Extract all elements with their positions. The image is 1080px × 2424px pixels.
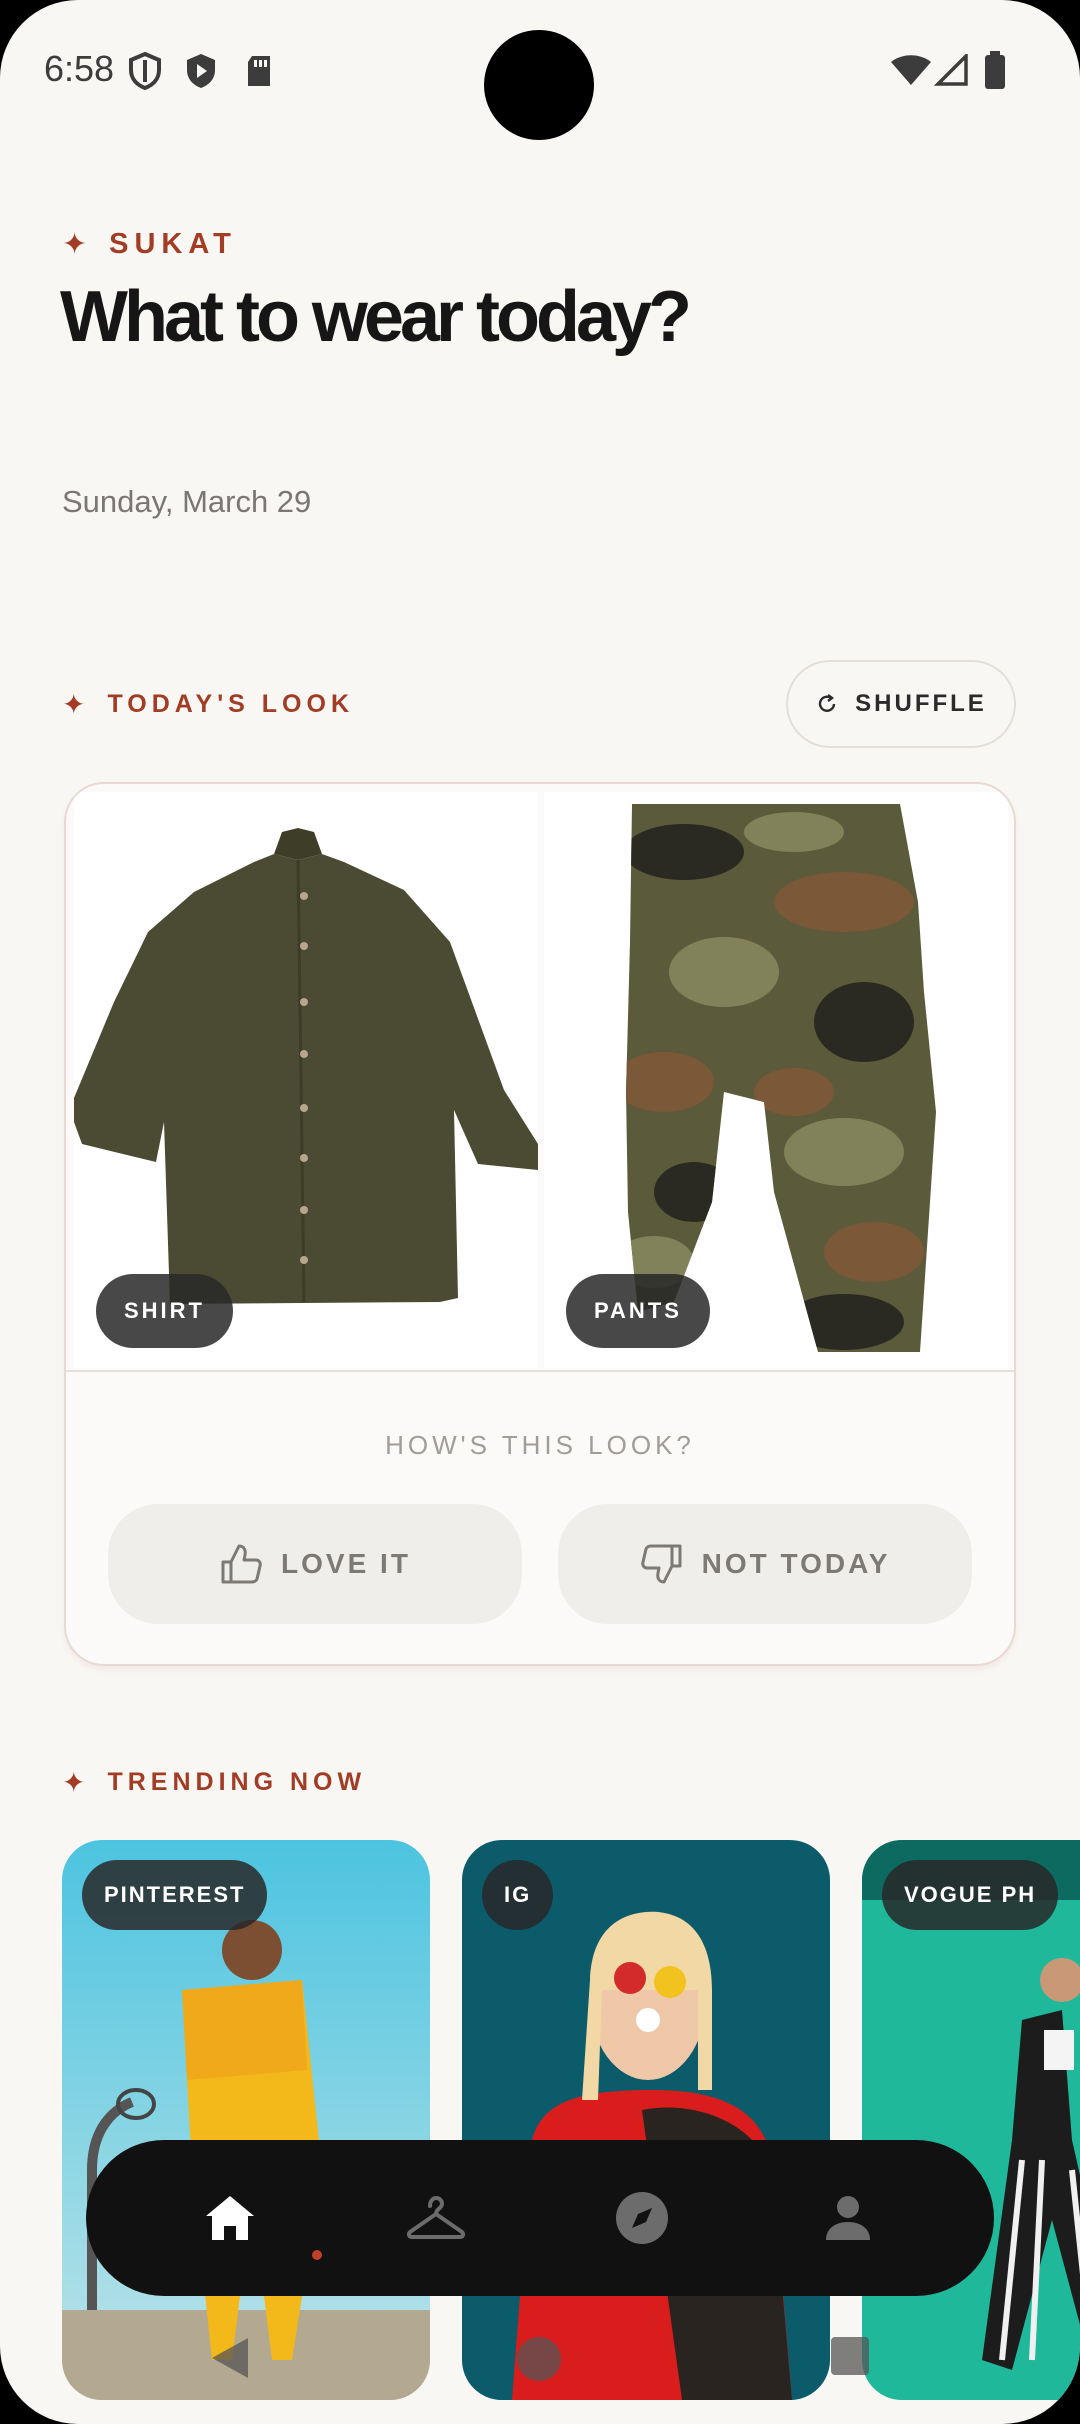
thumbs-up-icon	[221, 1544, 262, 1584]
bottom-nav	[86, 2140, 994, 2296]
status-time: 6:58	[44, 48, 115, 89]
sparkle-icon: ✦	[62, 1766, 86, 1799]
nav-profile[interactable]	[798, 2140, 898, 2296]
compass-icon	[616, 2192, 668, 2244]
status-bar: 6:58	[0, 0, 1080, 140]
page-title: What to wear today?	[60, 277, 692, 357]
sd-card-icon	[248, 56, 270, 86]
item-tag: SHIRT	[96, 1274, 233, 1348]
sparkle-icon: ✦	[62, 688, 86, 721]
trending-header: ✦ TRENDING NOW	[62, 1766, 366, 1799]
thumbs-down-icon	[640, 1544, 682, 1584]
source-tag: IG	[482, 1860, 554, 1930]
shuffle-label: SHUFFLE	[855, 690, 987, 717]
not-today-button[interactable]: NOT TODAY	[558, 1504, 972, 1624]
divider	[66, 1370, 1014, 1372]
look-question: HOW'S THIS LOOK?	[385, 1430, 695, 1460]
brand-name: SUKAT	[109, 228, 237, 260]
back-icon[interactable]	[208, 2336, 252, 2380]
source-tag: VOGUE PH	[882, 1860, 1059, 1930]
profile-icon	[826, 2196, 870, 2240]
todays-look-card: SHIRT PANTS HOW'S THIS LOOK? LOVE IT NOT…	[64, 782, 1016, 1666]
shield-icon	[129, 52, 161, 90]
play-protect-icon	[187, 54, 215, 88]
section-label: TRENDING NOW	[107, 1768, 367, 1796]
love-it-label: LOVE IT	[281, 1548, 411, 1579]
battery-icon	[985, 51, 1005, 89]
nav-home[interactable]	[180, 2140, 280, 2296]
todays-look-header: ✦ TODAY'S LOOK	[62, 688, 354, 721]
not-today-label: NOT TODAY	[701, 1548, 891, 1579]
signal-icon	[934, 54, 968, 86]
brand: ✦ SUKAT	[62, 228, 237, 261]
hanger-icon	[406, 2196, 466, 2239]
nav-explore[interactable]	[592, 2140, 692, 2296]
source-tag: PINTEREST	[82, 1860, 268, 1930]
look-item-pants[interactable]: PANTS	[544, 792, 1008, 1368]
date-label: Sunday, March 29	[62, 484, 312, 519]
home-button-icon[interactable]	[516, 2336, 562, 2382]
app-screen: 6:58 ✦ SUKAT What to wear today? Sunday,…	[0, 0, 1080, 2424]
sparkle-icon: ✦	[62, 226, 88, 262]
camera-cutout	[484, 30, 594, 140]
wifi-icon	[891, 55, 931, 85]
recents-icon[interactable]	[830, 2336, 870, 2376]
section-label: TODAY'S LOOK	[107, 690, 355, 718]
trend-card-ig[interactable]: IG	[462, 1840, 830, 2400]
trend-card-vogue-ph[interactable]: VOGUE PH	[862, 1840, 1080, 2400]
nav-wardrobe[interactable]	[386, 2140, 486, 2296]
refresh-icon	[818, 694, 836, 712]
trend-card-pinterest[interactable]: PINTEREST	[62, 1840, 430, 2400]
shuffle-button[interactable]: SHUFFLE	[786, 660, 1016, 748]
home-icon	[206, 2196, 254, 2240]
look-item-shirt[interactable]: SHIRT	[74, 792, 538, 1368]
love-it-button[interactable]: LOVE IT	[108, 1504, 522, 1624]
item-tag: PANTS	[566, 1274, 710, 1348]
active-indicator	[312, 2250, 322, 2260]
